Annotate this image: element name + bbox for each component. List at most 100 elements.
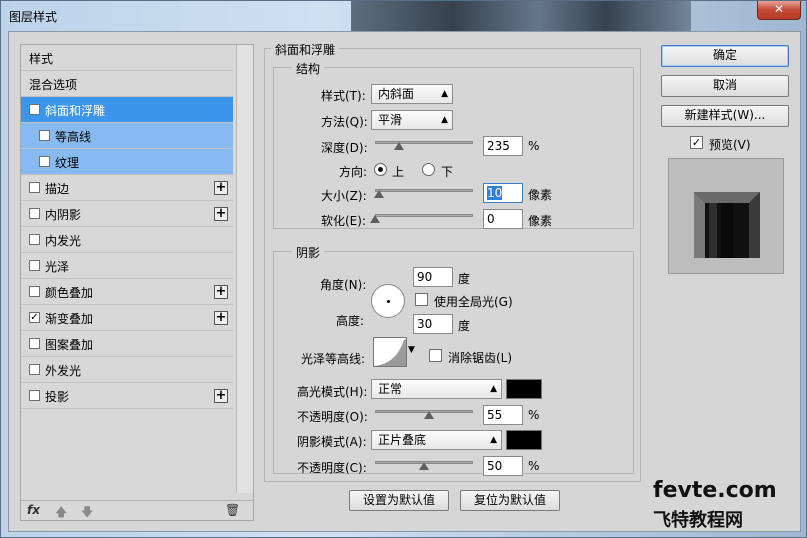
size-label: 大小(Z):	[321, 189, 367, 203]
style-list-item[interactable]: 纹理	[21, 149, 233, 175]
size-input[interactable]: 10	[483, 183, 523, 203]
style-checkbox[interactable]	[29, 338, 40, 349]
antialias-label: 消除锯齿(L)	[448, 351, 513, 365]
style-checkbox[interactable]	[39, 156, 50, 167]
style-item-label: 渐变叠加	[45, 312, 94, 326]
watermark-domain: fevte.com	[653, 478, 777, 503]
depth-input[interactable]: 235	[483, 136, 523, 156]
highlight-mode-label: 高光模式(H):	[297, 385, 368, 399]
shadow-opacity-input[interactable]: 50	[483, 456, 523, 476]
soften-slider[interactable]	[375, 214, 473, 217]
style-list-item[interactable]: 图案叠加	[21, 331, 233, 357]
new-style-button[interactable]: 新建样式(W)...	[661, 105, 789, 127]
direction-up-label: 上	[392, 165, 405, 179]
style-checkbox[interactable]: ✓	[29, 104, 40, 115]
style-item-label: 外发光	[45, 364, 82, 378]
bevel-style-select[interactable]: 内斜面 ▲	[371, 84, 453, 104]
style-checkbox[interactable]	[29, 234, 40, 245]
move-up-icon[interactable]: 🡅	[55, 503, 67, 524]
select-arrow-icon: ▲	[490, 435, 497, 445]
shadow-opacity-slider-thumb[interactable]	[419, 462, 429, 470]
style-list-item[interactable]: 等高线	[21, 123, 233, 149]
add-effect-icon[interactable]: +	[214, 285, 228, 299]
style-item-label: 图案叠加	[45, 338, 94, 352]
style-checkbox[interactable]	[29, 182, 40, 193]
style-item-label: 等高线	[55, 130, 92, 144]
style-list-item[interactable]: 光泽	[21, 253, 233, 279]
angle-input[interactable]: 90	[413, 267, 453, 287]
add-effect-icon[interactable]: +	[214, 181, 228, 195]
technique-select[interactable]: 平滑 ▲	[371, 110, 453, 130]
preview-checkbox[interactable]: ✓	[690, 136, 703, 149]
style-item-label: 内发光	[45, 234, 82, 248]
contour-dropdown-icon[interactable]: ▼	[408, 345, 415, 355]
move-down-icon[interactable]: 🡇	[81, 503, 93, 524]
size-value: 10	[487, 186, 503, 200]
style-list-item[interactable]: ✓ 渐变叠加 +	[21, 305, 233, 331]
scrollbar[interactable]	[236, 45, 253, 493]
layer-style-dialog: 图层样式 ✕ 样式混合选项 ✓ 斜面和浮雕等高线纹理 描边 + 内阴影 + 内发光光泽颜色叠加…	[0, 0, 807, 538]
highlight-color-swatch[interactable]	[506, 379, 542, 399]
panel-footer: fx 🡅 🡇 🗑	[21, 500, 253, 520]
highlight-opacity-input[interactable]: 55	[483, 405, 523, 425]
reset-default-button[interactable]: 复位为默认值	[460, 490, 560, 511]
style-item-label: 斜面和浮雕	[45, 104, 106, 118]
trash-icon[interactable]: 🗑	[225, 503, 240, 517]
close-button[interactable]: ✕	[757, 1, 801, 20]
style-list-item[interactable]: ✓ 斜面和浮雕	[21, 97, 233, 123]
select-arrow-icon: ▲	[441, 115, 448, 125]
shadow-mode-select[interactable]: 正片叠底 ▲	[371, 430, 502, 450]
styles-panel: 样式混合选项 ✓ 斜面和浮雕等高线纹理 描边 + 内阴影 + 内发光光泽颜色叠加 + ✓ 渐变叠加 +…	[20, 44, 254, 521]
global-light-checkbox[interactable]	[415, 293, 428, 306]
style-checkbox[interactable]	[29, 260, 40, 271]
style-checkbox[interactable]	[39, 130, 50, 141]
style-list-item[interactable]: 混合选项	[21, 71, 233, 97]
depth-slider[interactable]	[375, 141, 473, 144]
soften-slider-thumb[interactable]	[370, 215, 380, 223]
make-default-button[interactable]: 设置为默认值	[349, 490, 449, 511]
style-list-item[interactable]: 内阴影 +	[21, 201, 233, 227]
style-list-item[interactable]: 颜色叠加 +	[21, 279, 233, 305]
title-bar[interactable]: 图层样式 ✕	[1, 1, 807, 31]
add-effect-icon[interactable]: +	[214, 311, 228, 325]
add-effect-icon[interactable]: +	[214, 389, 228, 403]
angle-dial[interactable]	[371, 284, 405, 318]
style-item-label: 投影	[45, 390, 70, 404]
style-checkbox[interactable]	[29, 390, 40, 401]
size-slider[interactable]	[375, 189, 473, 192]
shadow-opacity-label: 不透明度(C):	[297, 461, 367, 475]
depth-label: 深度(D):	[321, 141, 368, 155]
style-checkbox[interactable]	[29, 286, 40, 297]
depth-slider-thumb[interactable]	[393, 142, 404, 150]
style-list-item[interactable]: 样式	[21, 45, 233, 71]
soften-input[interactable]: 0	[483, 209, 523, 229]
altitude-input[interactable]: 30	[413, 314, 453, 334]
gloss-contour-preview[interactable]	[373, 337, 407, 367]
style-list-item[interactable]: 内发光	[21, 227, 233, 253]
style-list-item[interactable]: 描边 +	[21, 175, 233, 201]
style-list-item[interactable]: 投影 +	[21, 383, 233, 409]
style-checkbox[interactable]: ✓	[29, 312, 40, 323]
direction-up-radio[interactable]	[374, 163, 387, 176]
antialias-checkbox[interactable]	[429, 349, 442, 362]
add-effect-icon[interactable]: +	[214, 207, 228, 221]
altitude-value: 30	[417, 317, 433, 331]
cancel-button[interactable]: 取消	[661, 75, 789, 97]
style-checkbox[interactable]	[29, 208, 40, 219]
style-list-item[interactable]: 外发光	[21, 357, 233, 383]
shadow-color-swatch[interactable]	[506, 430, 542, 450]
dialog-client: 样式混合选项 ✓ 斜面和浮雕等高线纹理 描边 + 内阴影 + 内发光光泽颜色叠加 + ✓ 渐变叠加 +…	[8, 31, 801, 532]
ok-button[interactable]: 确定	[661, 45, 789, 67]
preview-thumbnail	[694, 192, 760, 258]
direction-down-radio[interactable]	[422, 163, 435, 176]
shadow-opacity-unit: %	[528, 459, 540, 473]
highlight-mode-select[interactable]: 正常 ▲	[371, 379, 502, 399]
style-checkbox[interactable]	[29, 364, 40, 375]
depth-value: 235	[487, 139, 510, 153]
background-strip	[351, 1, 691, 31]
style-item-label: 光泽	[45, 260, 70, 274]
highlight-opacity-slider-thumb[interactable]	[423, 411, 434, 419]
style-item-label: 混合选项	[29, 78, 78, 92]
fx-icon[interactable]: fx	[27, 503, 40, 517]
size-slider-thumb[interactable]	[373, 190, 384, 198]
